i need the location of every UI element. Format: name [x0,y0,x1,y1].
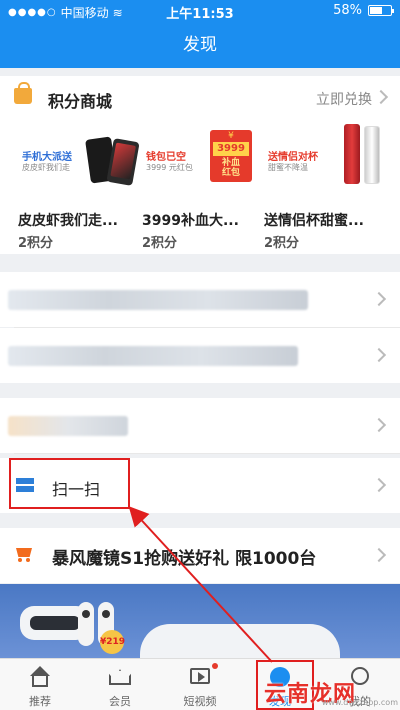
list-item[interactable] [0,272,400,327]
product-box-image [140,624,340,658]
product-item[interactable]: 钱包已空 3999 元红包 ¥ 3999 补血 红包 3999补血大... 2积分 [142,118,267,254]
points-mall-header[interactable]: 积分商城 立即兑换 [0,76,400,118]
red-envelope-amount: 3999 [213,142,249,156]
chevron-right-icon [373,89,389,105]
product-promo-subtext: 3999 元红包 [146,163,193,172]
product-promo-text: 送情侣对杯 [268,152,318,163]
tab-member[interactable]: 会员 [80,659,160,710]
red-envelope-text: 补血 红包 [210,158,252,178]
product-points: 2积分 [142,236,178,251]
cup-image [364,126,380,184]
cup-image [344,124,360,184]
blurred-content [8,416,128,436]
product-points: 2积分 [264,236,300,251]
product-promo-subtext: 甜蜜不降温 [268,163,308,172]
product-name: 送情侣杯甜蜜... [264,213,364,229]
cart-icon [14,548,32,562]
crown-icon [109,669,131,685]
tab-label: 会员 [109,695,131,708]
controller-image [78,602,94,646]
yen-symbol: ¥ [228,131,234,141]
watermark-logo: 云南龙网 www.dwzzapp.com [258,668,400,710]
storm-promo-row[interactable]: 暴风魔镜S1抢购送好礼 限1000台 [0,528,400,583]
chevron-right-icon [371,547,387,563]
tab-label: 推荐 [29,695,51,708]
status-bar: ●●●●○ 中国移动 ≋ 上午11:53 58% [0,0,400,22]
chevron-right-icon [371,417,387,433]
product-image: 钱包已空 3999 元红包 ¥ 3999 补血 红包 [142,118,267,206]
page-title: 发现 [0,22,400,68]
tab-short-video[interactable]: 短视频 [160,659,240,710]
tab-recommend[interactable]: 推荐 [0,659,80,710]
chevron-right-icon [371,347,387,363]
watermark-url: www.dwzzapp.com [321,698,398,707]
home-icon-body [32,675,48,687]
blurred-content [8,290,308,310]
chevron-right-icon [371,291,387,307]
product-name: 皮皮虾我们走... [18,213,118,229]
product-promo-text: 手机大派送 [22,152,72,163]
blurred-content [8,346,298,366]
product-image: 手机大派送 皮皮虾我们走 [18,118,143,206]
points-mall-title: 积分商城 [48,92,113,111]
video-play-icon [190,668,210,684]
product-item[interactable]: 手机大派送 皮皮虾我们走 皮皮虾我们走... 2积分 [18,118,143,254]
product-promo-text: 钱包已空 [146,152,186,163]
points-mall-card: 积分商城 立即兑换 手机大派送 皮皮虾我们走 皮皮虾我们走... 2积分 钱包已… [0,76,400,254]
shopping-bag-icon [14,82,32,104]
scan-highlight-box [9,458,130,509]
redeem-now-link[interactable]: 立即兑换 [316,89,372,109]
price-badge: ¥219 [100,630,126,654]
red-envelope-image: ¥ 3999 补血 红包 [210,130,252,182]
product-item[interactable]: 送情侣对杯 甜蜜不降温 送情侣杯甜蜜... 2积分 [264,118,389,254]
red-envelope-text-1: 补血 [221,158,240,168]
list-item[interactable] [0,328,400,383]
product-promo-subtext: 皮皮虾我们走 [22,163,70,172]
red-envelope-text-2: 红包 [221,168,240,178]
product-image: 送情侣对杯 甜蜜不降温 [264,118,389,206]
product-points: 2积分 [18,236,54,251]
promo-banner[interactable]: ¥219 [0,584,400,658]
battery-percent: 58% [333,3,362,18]
banner-price: 219 [106,637,126,647]
chevron-right-icon [371,477,387,493]
battery-icon [368,5,394,16]
product-name: 3999补血大... [142,213,239,229]
notification-dot [212,663,218,669]
storm-promo-label: 暴风魔镜S1抢购送好礼 限1000台 [52,549,317,569]
tab-label: 短视频 [183,695,217,708]
divider [14,453,400,454]
list-item[interactable] [0,398,400,453]
